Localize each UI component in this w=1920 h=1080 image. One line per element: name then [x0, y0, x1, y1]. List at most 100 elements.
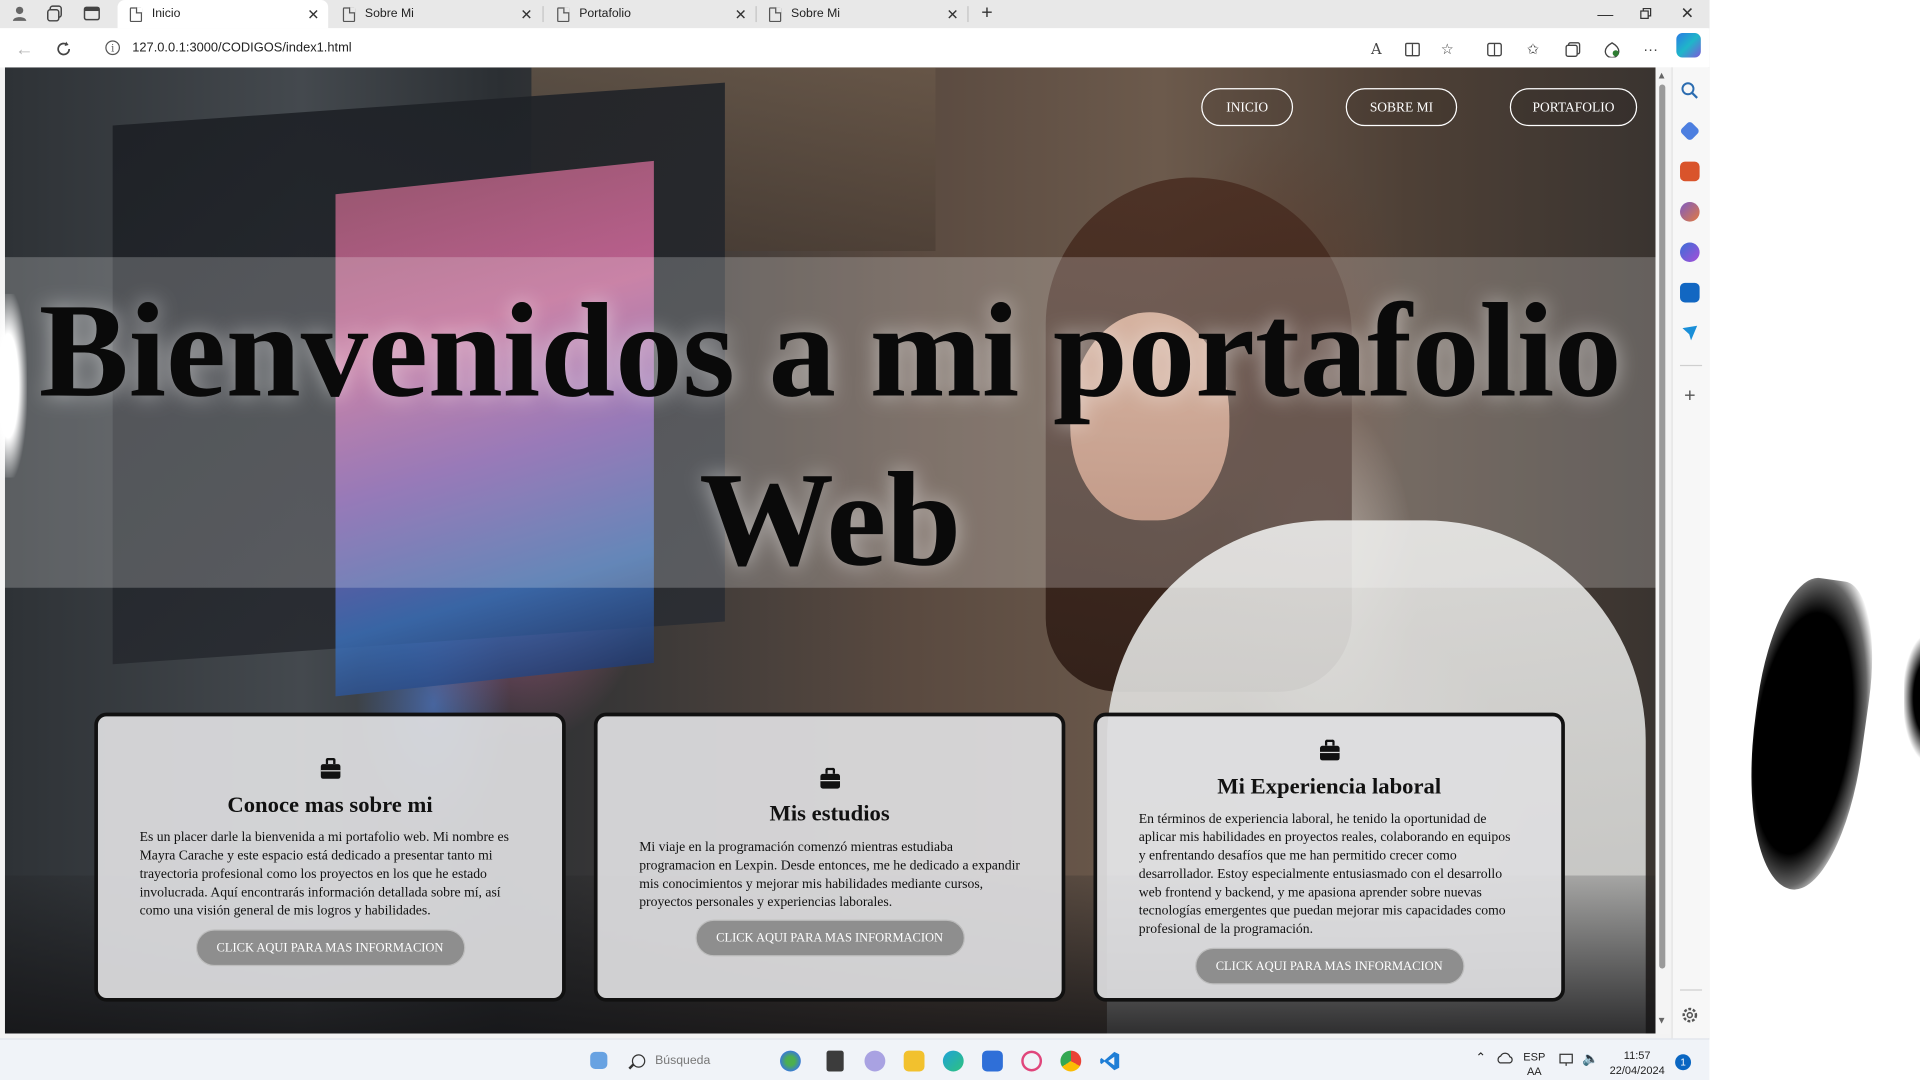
tab-title: Inicio — [151, 7, 181, 21]
info-icon[interactable]: i — [105, 40, 121, 56]
clock-date: 22/04/2024 — [1609, 1064, 1665, 1077]
minimize-button[interactable]: — — [1587, 0, 1624, 27]
store-icon[interactable] — [982, 1050, 1003, 1072]
more-info-button[interactable]: CLICK AQUI PARA MAS INFORMACION — [694, 919, 965, 957]
back-button[interactable]: ← — [11, 36, 38, 63]
microsoft-365-icon[interactable] — [1680, 242, 1700, 263]
vscode-icon[interactable] — [1100, 1051, 1121, 1072]
favorites-icon[interactable]: ✩ — [1522, 38, 1544, 60]
network-icon[interactable] — [1559, 1053, 1574, 1070]
volume-icon[interactable]: 🔈 — [1582, 1052, 1599, 1067]
outlook-icon[interactable] — [1680, 282, 1700, 303]
vertical-scrollbar[interactable]: ▲ ▼ — [1655, 67, 1671, 1034]
briefcase-icon — [320, 757, 340, 779]
more-info-button[interactable]: CLICK AQUI PARA MAS INFORMACION — [195, 929, 465, 967]
split-screen-icon[interactable] — [1483, 38, 1505, 60]
search-icon — [631, 1053, 646, 1068]
url-field[interactable]: i 127.0.0.1:3000/CODIGOS/index1.html — [93, 33, 1357, 62]
tab-title: Sobre Mi — [364, 7, 414, 21]
scroll-thumb[interactable] — [1659, 84, 1666, 969]
screen: Inicio ✕ Sobre Mi ✕ Portafolio ✕ Sobre M… — [0, 0, 1920, 1080]
clock[interactable]: 11:57 22/04/2024 — [1607, 1048, 1668, 1077]
screen-artifact — [0, 293, 27, 478]
drop-icon[interactable] — [1680, 323, 1700, 343]
file-explorer-icon[interactable] — [903, 1050, 925, 1072]
games-icon[interactable] — [1680, 202, 1700, 222]
close-icon[interactable]: ✕ — [519, 6, 534, 23]
card-work-experience: Mi Experiencia laboral En términos de ex… — [1093, 712, 1565, 1002]
close-icon[interactable]: ✕ — [306, 6, 321, 23]
sidebar-separator — [1680, 989, 1703, 991]
taskbar: Búsqueda ⌃ ESP AA 🔈 11:57 22/04/2024 1 — [0, 1038, 1710, 1080]
page-icon — [557, 6, 570, 22]
chat-icon[interactable] — [864, 1050, 886, 1072]
edge-icon[interactable] — [942, 1050, 964, 1072]
nav-sobre-mi-button[interactable]: SOBRE MI — [1345, 88, 1458, 127]
page-icon — [342, 6, 356, 22]
favorite-star-icon[interactable]: ☆ — [1436, 38, 1458, 60]
tab-separator — [967, 6, 969, 23]
copilot-icon[interactable] — [1676, 33, 1701, 58]
settings-gear-icon[interactable] — [1680, 1005, 1700, 1025]
card-text: En términos de experiencia laboral, he t… — [1138, 811, 1511, 937]
card-text: Es un placer darle la bienvenida a mi po… — [139, 830, 509, 919]
immersive-reader-icon[interactable] — [1401, 38, 1423, 60]
taskbar-search-placeholder: Búsqueda — [655, 1053, 711, 1068]
vertical-tabs-icon[interactable] — [80, 2, 104, 24]
address-bar: ← i 127.0.0.1:3000/CODIGOS/index1.html A… — [0, 28, 1710, 68]
refresh-button[interactable] — [50, 36, 77, 63]
collections-icon[interactable] — [1561, 38, 1583, 60]
tools-icon[interactable] — [1680, 161, 1700, 182]
chrome-icon[interactable] — [1060, 1050, 1082, 1072]
read-aloud-icon[interactable]: A — [1365, 38, 1387, 60]
task-view-icon[interactable] — [826, 1050, 844, 1072]
close-icon[interactable]: ✕ — [945, 6, 960, 23]
restore-button[interactable] — [1627, 0, 1664, 27]
tab-sobre-mi-2[interactable]: Sobre Mi ✕ — [757, 0, 968, 28]
more-options-icon[interactable]: ··· — [1640, 38, 1662, 60]
show-hidden-icons[interactable]: ⌃ — [1476, 1052, 1486, 1067]
url-text: 127.0.0.1:3000/CODIGOS/index1.html — [132, 40, 352, 56]
tab-separator — [542, 6, 544, 23]
opera-icon[interactable] — [1021, 1050, 1043, 1072]
nav-inicio-button[interactable]: INICIO — [1201, 88, 1294, 127]
tab-title: Sobre Mi — [791, 7, 841, 21]
briefcase-icon — [819, 767, 840, 789]
profile-icon[interactable] — [7, 2, 31, 24]
close-window-button[interactable]: ✕ — [1669, 0, 1706, 27]
tab-sobre-mi[interactable]: Sobre Mi ✕ — [331, 0, 542, 28]
language-line-2: AA — [1526, 1065, 1542, 1078]
start-icon[interactable] — [590, 1051, 608, 1069]
scroll-up-arrow[interactable]: ▲ — [1657, 70, 1667, 81]
page-icon — [129, 6, 143, 22]
tab-portafolio[interactable]: Portafolio ✕ — [545, 0, 756, 28]
ink-blot — [1732, 571, 1885, 897]
add-icon[interactable]: + — [1680, 386, 1700, 407]
sidebar-separator — [1680, 364, 1703, 367]
notifications-badge[interactable]: 1 — [1675, 1054, 1692, 1071]
widgets-icon[interactable] — [780, 1050, 801, 1072]
browser-window: Inicio ✕ Sobre Mi ✕ Portafolio ✕ Sobre M… — [0, 0, 1710, 1039]
search-icon[interactable] — [1680, 81, 1700, 101]
language-indicator[interactable]: ESP AA — [1523, 1049, 1545, 1078]
tab-bar: Inicio ✕ Sobre Mi ✕ Portafolio ✕ Sobre M… — [0, 0, 1710, 29]
tab-inicio[interactable]: Inicio ✕ — [117, 0, 329, 29]
onedrive-icon[interactable] — [1496, 1051, 1513, 1066]
card-title: Conoce mas sobre mi — [227, 793, 433, 818]
language-line-1: ESP — [1523, 1050, 1546, 1063]
nav-portafolio-button[interactable]: PORTAFOLIO — [1509, 88, 1638, 127]
taskbar-search[interactable]: Búsqueda — [622, 1047, 757, 1074]
workspaces-icon[interactable] — [43, 2, 67, 24]
clock-time: 11:57 — [1623, 1049, 1651, 1062]
browser-essentials-icon[interactable] — [1600, 38, 1622, 60]
card-studies: Mis estudios Mi viaje en la programación… — [593, 712, 1066, 1002]
new-tab-button[interactable]: + — [975, 1, 999, 25]
scroll-down-arrow[interactable]: ▼ — [1657, 1015, 1667, 1026]
card-about-me: Conoce mas sobre mi Es un placer darle l… — [94, 712, 566, 1002]
card-text: Mi viaje en la programación comenzó mien… — [639, 840, 1020, 910]
page-icon — [768, 6, 782, 22]
hero-title: Bienvenidos a mi portafolio Web — [5, 266, 1656, 604]
close-icon[interactable]: ✕ — [733, 6, 748, 23]
more-info-button[interactable]: CLICK AQUI PARA MAS INFORMACION — [1194, 947, 1464, 985]
shopping-tag-icon[interactable] — [1679, 120, 1701, 142]
